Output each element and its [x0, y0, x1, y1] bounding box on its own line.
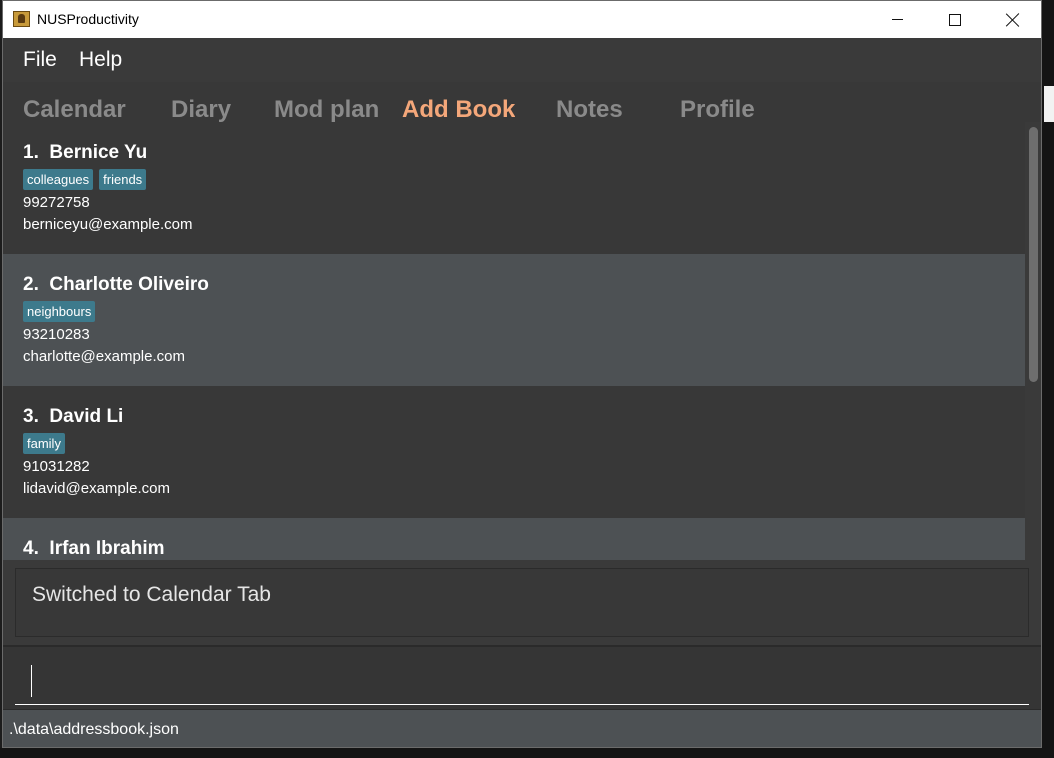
- result-display: Switched to Calendar Tab: [15, 568, 1029, 637]
- title-bar[interactable]: NUSProductivity: [3, 1, 1041, 38]
- minimize-button[interactable]: [868, 1, 926, 38]
- menu-file[interactable]: File: [23, 48, 57, 72]
- contact-email: lidavid@example.com: [23, 480, 170, 497]
- contact-tags: neighbours: [23, 301, 96, 322]
- background-terminal: [1042, 0, 1054, 758]
- app-icon: [13, 11, 30, 27]
- tab-mod-plan[interactable]: Mod plan: [274, 96, 379, 122]
- command-panel: [3, 645, 1041, 709]
- tab-profile[interactable]: Profile: [680, 96, 755, 122]
- command-input[interactable]: [15, 659, 1029, 705]
- maximize-icon: [949, 13, 961, 26]
- status-bar: .\data\addressbook.json: [3, 709, 1041, 747]
- background-window-edge: [1044, 86, 1054, 122]
- close-icon: [1006, 13, 1020, 27]
- contact-phone: 93210283: [23, 326, 90, 343]
- scrollbar[interactable]: [1025, 122, 1041, 560]
- tag-label: neighbours: [23, 301, 96, 322]
- menu-help[interactable]: Help: [79, 48, 122, 72]
- contact-card[interactable]: 1. Bernice Yu colleagues friends 9927275…: [3, 122, 1025, 254]
- result-panel: Switched to Calendar Tab: [3, 560, 1041, 645]
- tag-label: family: [23, 433, 65, 454]
- app-window: NUSProductivity File Help Calendar Diary…: [2, 0, 1042, 748]
- background-strip: [0, 748, 1054, 758]
- window-title: NUSProductivity: [37, 11, 139, 27]
- text-cursor: [31, 665, 32, 697]
- tab-diary[interactable]: Diary: [171, 96, 231, 122]
- data-file-path: .\data\addressbook.json: [9, 721, 179, 738]
- tab-notes[interactable]: Notes: [556, 96, 623, 122]
- contact-phone: 91031282: [23, 458, 90, 475]
- contact-name: 2. Charlotte Oliveiro: [23, 274, 209, 295]
- contact-email: charlotte@example.com: [23, 348, 185, 365]
- contact-name: 1. Bernice Yu: [23, 142, 148, 163]
- contact-name: 4. Irfan Ibrahim: [23, 538, 165, 559]
- minimize-icon: [891, 19, 903, 20]
- contact-card[interactable]: 2. Charlotte Oliveiro neighbours 9321028…: [3, 254, 1025, 386]
- maximize-button[interactable]: [926, 1, 984, 38]
- result-message: Switched to Calendar Tab: [32, 583, 271, 606]
- contact-tags: colleagues friends: [23, 169, 147, 190]
- close-button[interactable]: [984, 1, 1042, 38]
- contact-list[interactable]: 1. Bernice Yu colleagues friends 9927275…: [3, 122, 1041, 560]
- tag-label: colleagues: [23, 169, 94, 190]
- menu-bar: File Help: [3, 38, 1041, 82]
- tab-calendar[interactable]: Calendar: [23, 96, 126, 122]
- scrollbar-thumb[interactable]: [1029, 127, 1038, 382]
- contact-tags: family: [23, 433, 65, 454]
- contact-name: 3. David Li: [23, 406, 124, 427]
- tab-add-book[interactable]: Add Book: [402, 96, 515, 122]
- contact-card[interactable]: 3. David Li family 91031282 lidavid@exam…: [3, 386, 1025, 518]
- tab-bar: Calendar Diary Mod plan Add Book Notes P…: [3, 82, 1041, 122]
- contact-phone: 99272758: [23, 194, 90, 211]
- contact-email: berniceyu@example.com: [23, 216, 193, 233]
- contact-card[interactable]: 4. Irfan Ibrahim: [3, 518, 1025, 560]
- tag-label: friends: [99, 169, 147, 190]
